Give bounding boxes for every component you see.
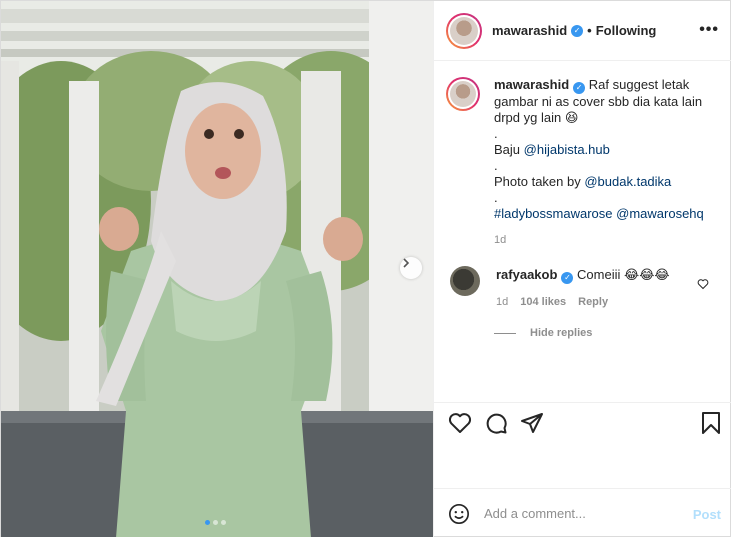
caption-photo-line: Photo taken by @budak.tadika	[494, 174, 718, 190]
verified-badge-icon: ✓	[573, 82, 586, 94]
verified-badge-icon: ✓	[571, 24, 584, 37]
post-actions-bar	[434, 402, 731, 442]
caption-timestamp[interactable]: 1d	[494, 232, 718, 248]
baju-link[interactable]: @hijabista.hub	[524, 142, 610, 157]
carousel-dot	[213, 520, 218, 525]
caption-baju-line: Baju @hijabista.hub	[494, 142, 718, 158]
heart-icon[interactable]	[448, 411, 472, 435]
commenter-avatar[interactable]	[450, 266, 480, 296]
verified-badge-icon: ✓	[561, 272, 574, 284]
comment-text-line: rafyaakob ✓ Comeiii 😂😂😂	[496, 266, 670, 284]
reply-button[interactable]: Reply	[578, 296, 608, 308]
comments-section: mawarashid ✓ Raf suggest letak gambar ni …	[434, 61, 731, 402]
commenter-username[interactable]: rafyaakob	[496, 267, 557, 282]
hide-replies-button[interactable]: Hide replies	[494, 327, 721, 339]
add-comment-bar: Post	[434, 488, 731, 537]
baju-label: Baju	[494, 142, 521, 157]
more-options-button[interactable]: •••	[699, 21, 719, 39]
instagram-post: mawarashid ✓ • Following ••• mawarashid ✓…	[0, 0, 731, 537]
comment-row: rafyaakob ✓ Comeiii 😂😂😂 1d 104 likes Repl…	[446, 266, 721, 308]
caption-author[interactable]: mawarashid	[494, 77, 569, 92]
mention-link[interactable]: @mawarosehq	[616, 206, 704, 221]
post-header: mawarashid ✓ • Following •••	[434, 1, 731, 61]
paper-plane-icon[interactable]	[520, 411, 544, 435]
photo-illustration	[1, 1, 433, 537]
comment-like-heart-icon[interactable]	[697, 278, 709, 290]
hashtag-link[interactable]: #ladybossmawarose	[494, 206, 613, 221]
photo-label: Photo taken by	[494, 174, 581, 189]
caption-row: mawarashid ✓ Raf suggest letak gambar ni …	[446, 77, 721, 248]
bookmark-icon[interactable]	[700, 411, 722, 435]
author-username[interactable]: mawarashid	[492, 23, 567, 38]
caption-dot: .	[494, 158, 498, 173]
post-photo[interactable]	[1, 1, 433, 537]
caption-tags-line: #ladybossmawarose @mawarosehq	[494, 206, 718, 222]
photographer-link[interactable]: @budak.tadika	[584, 174, 671, 189]
following-button[interactable]: Following	[596, 23, 657, 38]
caption-text-block: mawarashid ✓ Raf suggest letak gambar ni …	[494, 77, 718, 248]
carousel-indicator	[205, 520, 226, 525]
carousel-dot-active	[205, 520, 210, 525]
next-photo-button[interactable]	[400, 257, 422, 279]
comment-bubble-icon[interactable]	[484, 411, 508, 435]
author-avatar[interactable]	[446, 12, 482, 49]
header-separator: •	[587, 23, 592, 38]
hide-replies-line	[494, 332, 516, 334]
hide-replies-label: Hide replies	[530, 327, 593, 339]
smiley-icon[interactable]	[448, 503, 470, 525]
comment-likes[interactable]: 104 likes	[520, 296, 566, 308]
caption-dot: .	[494, 126, 498, 141]
caption-dot: .	[494, 190, 498, 205]
comment-input[interactable]	[484, 506, 674, 521]
comment-text: Comeiii 😂😂😂	[577, 267, 670, 282]
comment-timestamp[interactable]: 1d	[496, 296, 508, 308]
comment-meta: 1d 104 likes Reply	[496, 296, 670, 308]
caption-author-avatar[interactable]	[446, 77, 480, 111]
carousel-dot	[221, 520, 226, 525]
post-comment-button[interactable]: Post	[693, 507, 721, 522]
post-side-panel: mawarashid ✓ • Following ••• mawarashid ✓…	[433, 1, 731, 537]
chevron-right-icon	[403, 258, 410, 268]
comment-body: rafyaakob ✓ Comeiii 😂😂😂 1d 104 likes Repl…	[480, 266, 670, 308]
